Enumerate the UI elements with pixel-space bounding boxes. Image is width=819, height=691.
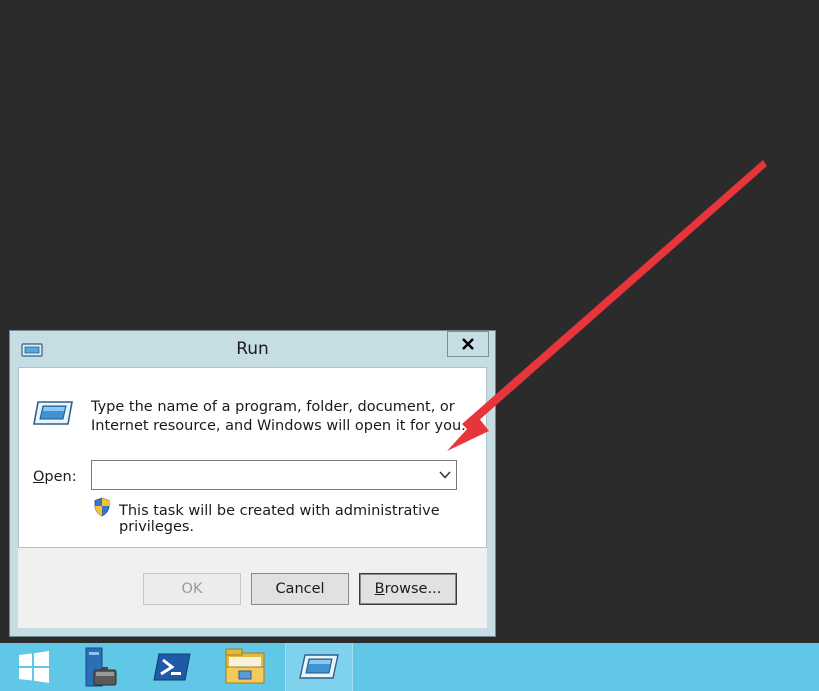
open-combobox[interactable]	[91, 460, 457, 490]
taskbar-file-explorer[interactable]	[211, 643, 279, 691]
run-icon	[299, 654, 339, 679]
file-explorer-icon	[225, 648, 265, 684]
dialog-content: Type the name of a program, folder, docu…	[18, 367, 487, 548]
close-button[interactable]	[447, 331, 489, 357]
windows-start-icon	[19, 651, 49, 683]
open-label-text: pen:	[44, 469, 77, 485]
admin-notice: This task will be created with administr…	[119, 503, 440, 535]
open-label-accesskey: O	[33, 469, 45, 485]
dialog-description: Type the name of a program, folder, docu…	[91, 399, 466, 434]
taskbar-run[interactable]	[285, 643, 353, 691]
start-button[interactable]	[0, 643, 68, 691]
open-input[interactable]	[94, 463, 432, 489]
run-dialog: Run Type the name of a program, folder, …	[9, 330, 496, 637]
run-large-icon	[33, 401, 73, 425]
browse-button[interactable]: Browse...	[359, 573, 457, 605]
uac-shield-icon	[94, 497, 110, 517]
open-label: Open:	[33, 469, 77, 485]
cancel-button[interactable]: Cancel	[251, 573, 349, 605]
powershell-icon	[153, 653, 191, 681]
close-icon	[462, 338, 474, 350]
server-manager-icon	[85, 647, 117, 687]
browse-label: rowse...	[384, 581, 442, 597]
taskbar-server-manager[interactable]	[63, 643, 131, 691]
browse-accesskey: B	[374, 581, 385, 597]
dialog-title: Run	[236, 339, 269, 359]
taskbar-powershell[interactable]	[138, 643, 206, 691]
title-bar[interactable]: Run	[10, 331, 495, 367]
dialog-footer: OK Cancel Browse...	[18, 548, 487, 628]
ok-button[interactable]: OK	[143, 573, 241, 605]
taskbar	[0, 643, 819, 691]
chevron-down-icon[interactable]	[438, 468, 452, 482]
